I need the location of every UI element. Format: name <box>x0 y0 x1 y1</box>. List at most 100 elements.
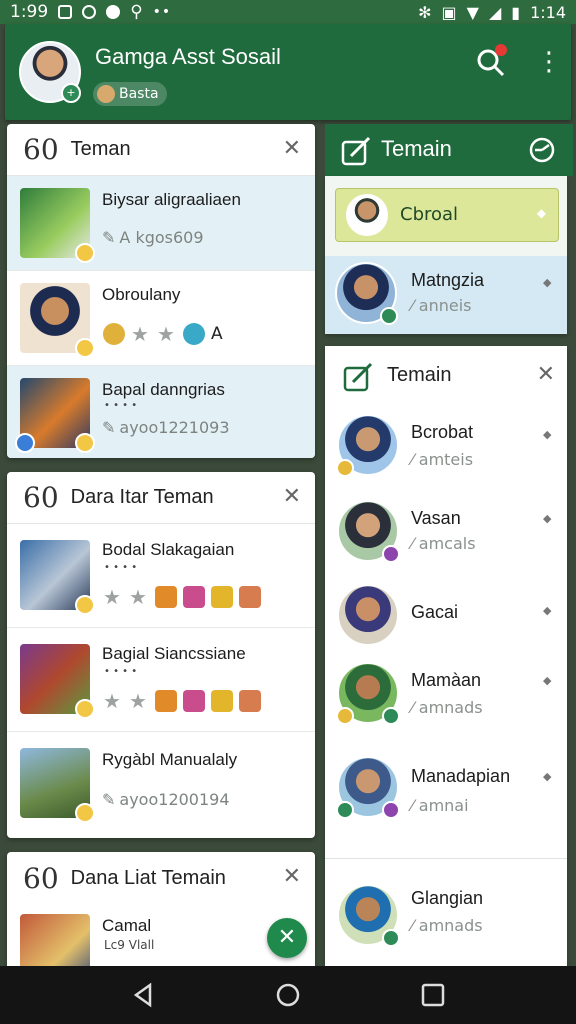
item-tag: • • • • <box>104 666 138 677</box>
star-icon: ★ <box>157 322 175 346</box>
list-header: Temain ✕ <box>325 346 567 406</box>
card-title: Dana Liat Temain <box>70 866 226 889</box>
list-title: Temain <box>387 364 452 386</box>
item-tag: • • • • <box>104 562 138 573</box>
selected-friend-chip[interactable]: Cbroal ◆ <box>335 188 559 242</box>
friend-row-highlighted[interactable]: Matngzia ⁄ anneis ◆ <box>325 256 567 334</box>
badge-icon <box>75 699 95 719</box>
item-name: Bodal Slakagaian <box>102 540 235 559</box>
pencil-icon: ⁄ <box>411 296 419 315</box>
signal-icon: ◢ <box>488 2 502 22</box>
star-icon: ★ <box>103 585 121 609</box>
game-thumbnail <box>20 540 95 615</box>
chip-avatar <box>97 85 115 103</box>
friend-subtitle: ⁄ anneis <box>411 296 472 315</box>
pencil-icon: ⁄ <box>411 916 419 935</box>
avatar <box>336 662 400 725</box>
app-notification-icon <box>82 5 97 19</box>
pencil-icon: ⁄ <box>411 450 419 469</box>
diamond-icon: ◆ <box>536 206 546 220</box>
close-icon[interactable]: ✕ <box>283 484 301 509</box>
coin-icon <box>211 586 233 608</box>
pencil-icon: ✎ <box>102 418 116 437</box>
list-item[interactable]: Bapal danngrias • • • • ✎ ayoo1221093 <box>7 366 315 458</box>
close-icon[interactable]: ✕ <box>537 362 555 387</box>
list-item[interactable]: Obroulany ★ ★ A <box>7 271 315 366</box>
recents-icon[interactable] <box>418 980 448 1010</box>
chip-label: Basta <box>119 86 159 102</box>
close-icon[interactable]: ✕ <box>283 136 301 161</box>
avatar <box>346 194 388 236</box>
game-thumbnail <box>20 644 95 719</box>
coin-icon <box>103 323 125 345</box>
back-icon[interactable] <box>128 980 158 1010</box>
compose-icon[interactable] <box>339 134 373 168</box>
rating-row: ★ ★ A <box>103 323 223 345</box>
diamond-icon: ◆ <box>543 674 552 687</box>
friend-subtitle: ⁄ amnads <box>411 698 483 717</box>
friends-list-panel: Temain ✕ Bcrobat ⁄ amteis ◆ Vasan ⁄ amca… <box>325 346 567 966</box>
game-thumbnail <box>20 188 95 263</box>
card-header: 60 Teman ✕ <box>7 124 315 176</box>
battery-text: 1:14 <box>530 2 566 22</box>
home-icon[interactable] <box>273 980 303 1010</box>
status-time: 1:99 <box>10 2 49 22</box>
badge-icon <box>15 433 35 453</box>
card-title: Dara Itar Teman <box>70 486 214 508</box>
avatar <box>335 262 398 325</box>
avatar <box>336 414 399 477</box>
avatar <box>337 500 400 563</box>
gem-icon <box>183 323 205 345</box>
card-header: 60 Dana Liat Temain ✕ <box>7 852 315 904</box>
item-name: Obroulany <box>102 285 181 304</box>
person-thumbnail <box>20 283 95 358</box>
close-fab-button[interactable]: ✕ <box>267 918 307 958</box>
clock-icon[interactable] <box>527 135 557 165</box>
list-item[interactable]: Bodal Slakagaian • • • • ★ ★ <box>7 524 315 628</box>
friends-card-partial: 60 Dana Liat Temain ✕ Camal Lc9 Vlall <box>7 852 315 966</box>
list-item[interactable]: Bagial Siancssiane • • • • ★ ★ <box>7 628 315 732</box>
online-badge-icon: + <box>61 83 81 103</box>
chest-icon <box>155 690 177 712</box>
friend-name: Glangian <box>411 888 484 908</box>
edit-badge-icon <box>382 545 400 563</box>
avatar <box>337 884 400 947</box>
pencil-icon: ✎ <box>102 790 116 809</box>
pencil-icon: ✎ <box>102 228 116 247</box>
item-name: Camal <box>102 916 152 935</box>
wifi-icon: ▼ <box>466 2 479 22</box>
item-subtitle: ✎ ayoo1200194 <box>102 790 230 809</box>
close-icon[interactable]: ✕ <box>283 864 301 889</box>
avatar <box>337 584 399 646</box>
badge-icon <box>75 803 95 823</box>
diamond-icon: ◆ <box>543 770 552 783</box>
game-thumbnail <box>20 748 95 823</box>
list-item[interactable]: Rygàbl Manualaly ✎ ayoo1200194 <box>7 732 315 836</box>
item-name: Bapal danngrias <box>102 380 225 399</box>
edit-badge-icon <box>382 801 400 819</box>
friend-name: Bcrobat <box>411 422 474 442</box>
star-icon: ★ <box>103 689 121 713</box>
friend-name: Gacai <box>411 602 459 622</box>
item-tag: Lc9 Vlall <box>104 938 155 952</box>
bluetooth-icon: ✻ <box>418 2 432 22</box>
badge-icon <box>75 338 95 358</box>
profile-chip[interactable]: Basta <box>93 82 167 106</box>
more-notifications-icon: •• <box>152 4 172 20</box>
friend-subtitle: ⁄ amnai <box>411 796 469 815</box>
app-title: Gamga Asst Sosail <box>95 44 281 69</box>
search-button[interactable] <box>473 44 509 80</box>
star-icon: ★ <box>131 322 149 346</box>
edit-badge-icon <box>382 707 400 725</box>
compose-icon[interactable] <box>341 360 375 394</box>
more-menu-button[interactable]: ⋮ <box>535 46 563 82</box>
coin-icon <box>211 690 233 712</box>
item-name: Rygàbl Manualaly <box>102 750 238 769</box>
friend-name: Matngzia <box>411 270 485 290</box>
card-count: 60 <box>23 133 59 166</box>
game-thumbnail <box>15 378 95 453</box>
rewards-row: ★ ★ <box>103 690 261 712</box>
list-item[interactable]: Biysar aligraaliaen ✎ A kgos609 <box>7 176 315 271</box>
profile-avatar[interactable]: + <box>19 41 81 103</box>
vibrate-icon: ▣ <box>441 2 457 22</box>
